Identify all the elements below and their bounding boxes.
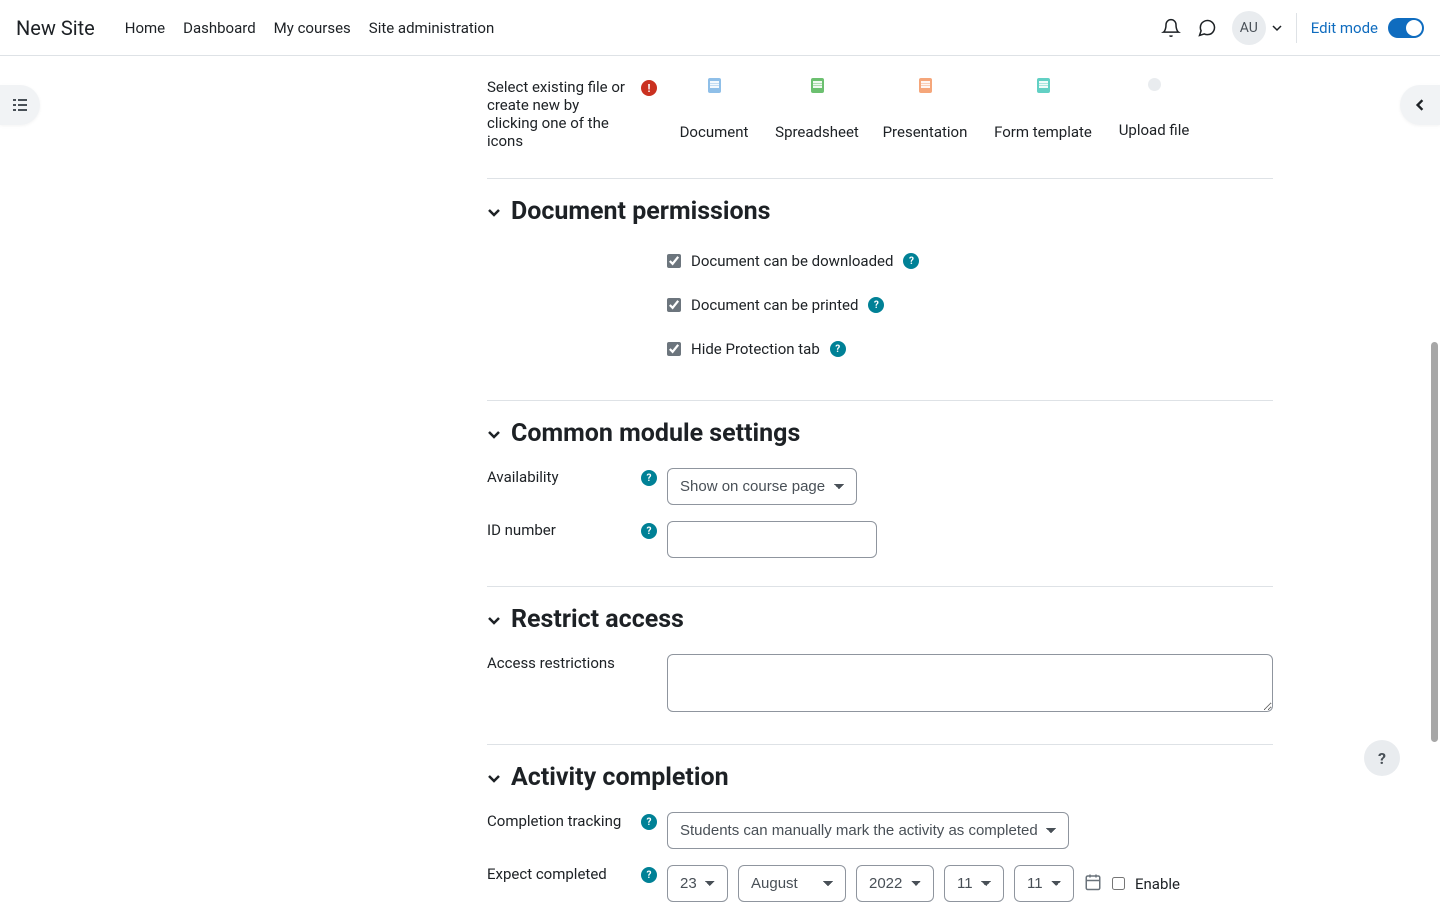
calendar-icon[interactable]: [1084, 873, 1102, 895]
expect-year-select[interactable]: 2022: [856, 865, 934, 902]
nav-dashboard[interactable]: Dashboard: [183, 19, 256, 37]
checkbox-hide-protection-label[interactable]: Hide Protection tab: [691, 340, 820, 358]
availability-row: Availability ? Show on course page: [487, 460, 1273, 513]
filetype-form-template-label: Form template: [994, 123, 1092, 141]
filetype-presentation[interactable]: Presentation: [873, 78, 977, 141]
presentation-icon: [919, 78, 932, 93]
upload-file-icon: [1148, 78, 1161, 91]
completion-tracking-row: Completion tracking ? Students can manua…: [487, 804, 1273, 857]
doc-perms-body: Document can be downloaded ? Document ca…: [487, 238, 1273, 380]
expect-day-select[interactable]: 23: [667, 865, 728, 902]
availability-select[interactable]: Show on course page: [667, 468, 857, 505]
help-icon[interactable]: ?: [641, 814, 657, 830]
edit-mode-toggle[interactable]: [1388, 18, 1424, 38]
checkbox-print[interactable]: [667, 298, 681, 312]
filetype-document-label: Document: [680, 123, 749, 141]
expect-completed-row: Expect completed ? 23 August 2022 11 11 …: [487, 857, 1273, 910]
spreadsheet-icon: [811, 78, 824, 93]
user-menu[interactable]: AU: [1232, 11, 1282, 45]
help-icon[interactable]: ?: [641, 867, 657, 883]
checkbox-row-hide-protection: Hide Protection tab ?: [667, 334, 1273, 364]
section-title: Activity completion: [511, 763, 729, 792]
help-icon[interactable]: ?: [641, 470, 657, 486]
open-course-index-button[interactable]: [0, 85, 40, 125]
expect-enable-checkbox[interactable]: [1112, 877, 1125, 890]
id-number-row: ID number ?: [487, 513, 1273, 566]
select-file-label: Select existing file or create new by cl…: [487, 78, 631, 150]
checkbox-download[interactable]: [667, 254, 681, 268]
access-restrictions-label: Access restrictions: [487, 654, 657, 672]
form-template-icon: [1037, 78, 1050, 93]
filetype-upload-file-label: Upload file: [1119, 121, 1190, 139]
chevron-down-icon: [487, 427, 501, 441]
nav-site-administration[interactable]: Site administration: [369, 19, 494, 37]
checkbox-hide-protection[interactable]: [667, 342, 681, 356]
nav-home[interactable]: Home: [125, 19, 165, 37]
access-restrictions-row: Access restrictions: [487, 646, 1273, 724]
divider: [1296, 13, 1297, 43]
section-header-restrict-access[interactable]: Restrict access: [487, 587, 1273, 646]
chevron-down-icon: [1272, 23, 1282, 33]
chevron-down-icon: [487, 205, 501, 219]
avatar: AU: [1232, 11, 1266, 45]
section-header-document-permissions[interactable]: Document permissions: [487, 179, 1273, 238]
access-restrictions-textarea[interactable]: [667, 654, 1273, 712]
id-number-input[interactable]: [667, 521, 877, 558]
help-icon[interactable]: ?: [868, 297, 884, 313]
help-icon[interactable]: ?: [641, 523, 657, 539]
edit-mode-label: Edit mode: [1311, 19, 1378, 37]
filetype-document[interactable]: Document: [667, 78, 761, 141]
availability-label: Availability: [487, 468, 631, 486]
checkbox-row-print: Document can be printed ?: [667, 290, 1273, 320]
filetype-picker: Document Spreadsheet Presentation Form t…: [667, 78, 1273, 141]
section-title: Common module settings: [511, 419, 800, 448]
section-title: Document permissions: [511, 197, 771, 226]
checkbox-download-label[interactable]: Document can be downloaded: [691, 252, 893, 270]
filetype-spreadsheet[interactable]: Spreadsheet: [769, 78, 865, 141]
id-number-label: ID number: [487, 521, 631, 539]
notifications-icon[interactable]: [1160, 17, 1182, 39]
checkbox-print-label[interactable]: Document can be printed: [691, 296, 858, 314]
completion-tracking-select[interactable]: Students can manually mark the activity …: [667, 812, 1069, 849]
navbar-right: AU Edit mode: [1160, 11, 1424, 45]
messages-icon[interactable]: [1196, 17, 1218, 39]
document-icon: [708, 78, 721, 93]
primary-nav: Home Dashboard My courses Site administr…: [125, 19, 495, 37]
select-file-row: Select existing file or create new by cl…: [487, 70, 1273, 158]
filetype-form-template[interactable]: Form template: [985, 78, 1101, 141]
nav-my-courses[interactable]: My courses: [274, 19, 351, 37]
filetype-spreadsheet-label: Spreadsheet: [775, 123, 859, 141]
help-icon[interactable]: ?: [903, 253, 919, 269]
expect-minute-select[interactable]: 11: [1014, 865, 1074, 902]
expect-enable-label[interactable]: Enable: [1135, 875, 1180, 893]
expect-completed-label: Expect completed: [487, 865, 631, 883]
required-icon: !: [641, 80, 657, 96]
completion-tracking-label: Completion tracking: [487, 812, 631, 830]
scrollbar[interactable]: [1431, 342, 1438, 742]
chevron-down-icon: [487, 771, 501, 785]
section-title: Restrict access: [511, 605, 684, 634]
filetype-presentation-label: Presentation: [883, 123, 968, 141]
section-header-activity-completion[interactable]: Activity completion: [487, 745, 1273, 804]
filetype-upload-file[interactable]: Upload file: [1109, 78, 1199, 141]
chevron-down-icon: [487, 613, 501, 627]
help-fab-button[interactable]: ?: [1364, 740, 1400, 776]
checkbox-row-download: Document can be downloaded ?: [667, 246, 1273, 276]
help-icon[interactable]: ?: [830, 341, 846, 357]
site-brand[interactable]: New Site: [16, 16, 95, 40]
main-form: Select existing file or create new by cl…: [167, 0, 1273, 910]
open-block-drawer-button[interactable]: [1400, 85, 1440, 125]
expect-hour-select[interactable]: 11: [944, 865, 1004, 902]
section-header-common-module[interactable]: Common module settings: [487, 401, 1273, 460]
edit-mode-toggle-wrap: Edit mode: [1311, 18, 1424, 38]
expect-month-select[interactable]: August: [738, 865, 846, 902]
top-navbar: New Site Home Dashboard My courses Site …: [0, 0, 1440, 56]
